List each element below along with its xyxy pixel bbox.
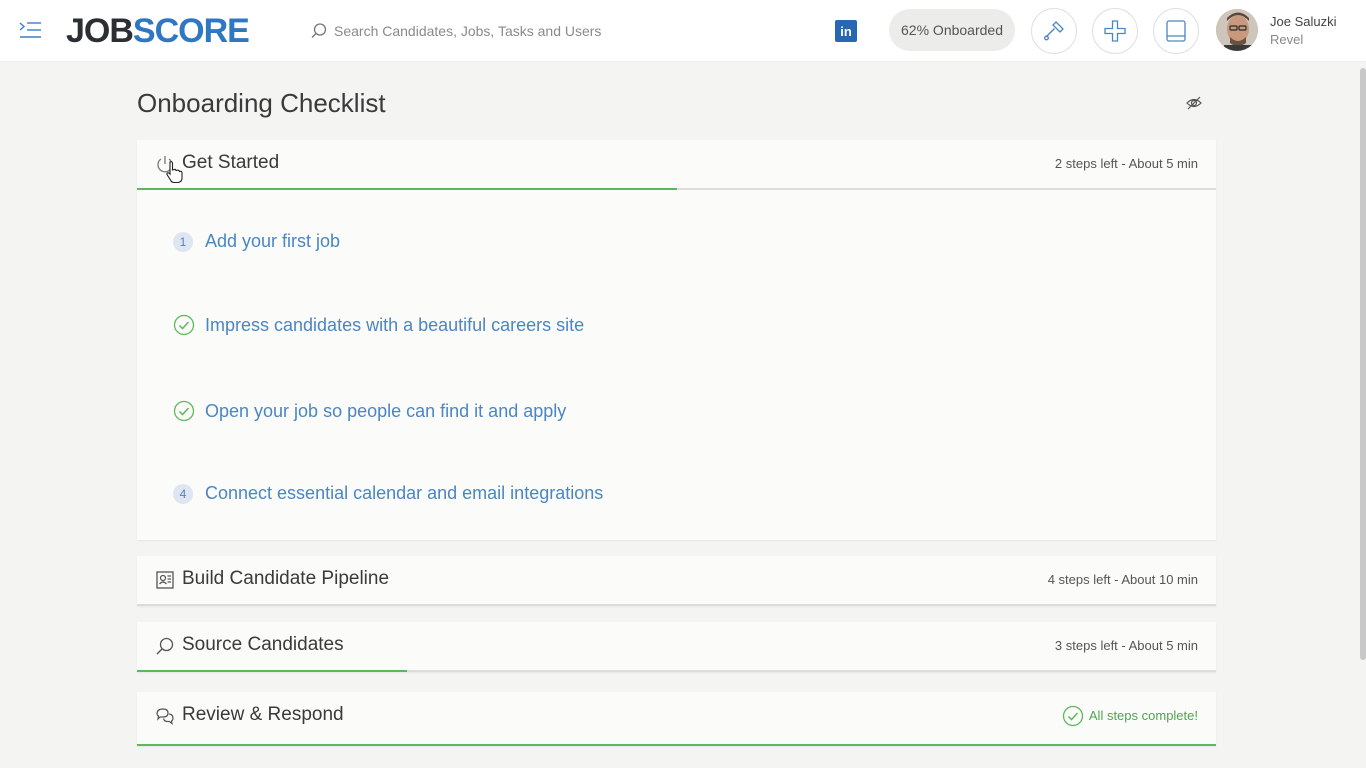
step-careers-site[interactable]: Impress candidates with a beautiful care… <box>173 314 584 336</box>
add-button[interactable] <box>1092 8 1138 54</box>
step-number-badge: 1 <box>173 231 193 252</box>
onboarded-status-button[interactable]: 62% Onboarded <box>889 9 1015 51</box>
logo-part-score: SCORE <box>132 12 250 50</box>
section-header-review-respond[interactable]: Review & Respond All steps complete! <box>137 692 1216 746</box>
section-meta: 2 steps left - About 5 min <box>1054 156 1198 171</box>
scrollbar-thumb[interactable] <box>1360 68 1366 660</box>
section-review-respond: Review & Respond All steps complete! <box>137 692 1216 746</box>
search-bar <box>310 19 790 43</box>
search-icon <box>156 637 174 655</box>
steps-list: 1 Add your first job Impress candidates … <box>137 190 1216 540</box>
section-meta: 3 steps left - About 5 min <box>1054 638 1198 653</box>
search-input[interactable] <box>334 23 774 39</box>
page-scrollbar[interactable] <box>1358 62 1366 768</box>
user-org: Revel <box>1270 32 1304 47</box>
step-connect-integrations[interactable]: 4 Connect essential calendar and email i… <box>173 483 603 504</box>
linkedin-icon[interactable]: in <box>835 20 857 42</box>
user-name[interactable]: Joe Saluzki <box>1270 14 1336 29</box>
section-meta: 4 steps left - About 10 min <box>1047 572 1198 587</box>
section-title: Source Candidates <box>182 634 344 655</box>
page-title: Onboarding Checklist <box>137 88 386 118</box>
tablet-icon <box>1166 20 1186 42</box>
search-icon <box>311 23 327 38</box>
step-label[interactable]: Open your job so people can find it and … <box>205 401 566 422</box>
chat-bubbles-icon <box>156 708 174 725</box>
profile-card-icon <box>156 571 174 589</box>
check-circle-icon <box>173 314 195 336</box>
step-label[interactable]: Connect essential calendar and email int… <box>205 483 603 504</box>
step-label[interactable]: Impress candidates with a beautiful care… <box>205 315 584 336</box>
menu-icon[interactable] <box>18 18 44 42</box>
section-header-source-candidates[interactable]: Source Candidates 3 steps left - About 5… <box>137 622 1216 672</box>
logo-part-job: JOB <box>66 12 134 50</box>
linkedin-label: in <box>840 23 852 39</box>
tools-icon <box>1044 21 1064 41</box>
onboarded-label: 62% Onboarded <box>901 22 1003 38</box>
check-circle-icon <box>173 400 195 422</box>
top-bar: JOBSCORE in 62% Onboarded <box>0 0 1366 62</box>
step-number-badge: 4 <box>173 483 193 504</box>
section-header-build-pipeline[interactable]: Build Candidate Pipeline 4 steps left - … <box>137 556 1216 606</box>
section-title: Review & Respond <box>182 704 344 725</box>
tools-button[interactable] <box>1031 8 1077 54</box>
section-build-pipeline: Build Candidate Pipeline 4 steps left - … <box>137 556 1216 606</box>
add-icon <box>1104 20 1126 42</box>
avatar[interactable] <box>1216 9 1258 51</box>
section-meta: All steps complete! <box>1088 708 1198 723</box>
eye-slash-icon[interactable] <box>1185 94 1203 112</box>
section-progress-bar <box>137 744 1216 746</box>
check-circle-icon <box>1062 705 1084 727</box>
tablet-button[interactable] <box>1153 8 1199 54</box>
section-source-candidates: Source Candidates 3 steps left - About 5… <box>137 622 1216 672</box>
section-get-started: Get Started 2 steps left - About 5 min 1… <box>137 140 1216 540</box>
section-progress-bar <box>137 670 407 672</box>
step-open-job[interactable]: Open your job so people can find it and … <box>173 400 566 422</box>
section-title: Build Candidate Pipeline <box>182 568 390 589</box>
section-header-get-started[interactable]: Get Started 2 steps left - About 5 min <box>137 140 1216 190</box>
hand-cursor-icon <box>166 161 183 184</box>
jobscore-logo[interactable]: JOBSCORE <box>66 12 250 50</box>
step-add-first-job[interactable]: 1 Add your first job <box>173 231 340 252</box>
step-label[interactable]: Add your first job <box>205 231 340 252</box>
section-title: Get Started <box>182 152 280 173</box>
